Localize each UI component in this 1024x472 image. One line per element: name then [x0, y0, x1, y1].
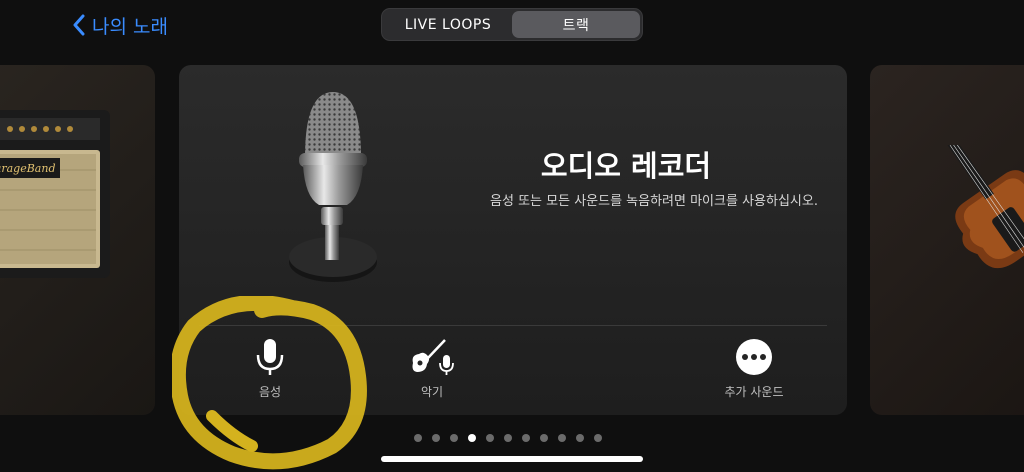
page-dot-active[interactable]	[468, 434, 476, 442]
amp-brand-logo: GarageBand	[0, 162, 55, 175]
microphone-icon	[256, 339, 284, 375]
page-dot[interactable]	[558, 434, 566, 442]
back-button[interactable]: 나의 노래	[72, 10, 168, 40]
more-icon	[736, 339, 772, 375]
violin-illustration	[945, 145, 1024, 269]
amp-card[interactable]: GarageBand	[0, 65, 155, 415]
option-instrument-label: 악기	[420, 385, 444, 399]
page-dot[interactable]	[576, 434, 584, 442]
card-description: 음성 또는 모든 사운드를 녹음하려면 마이크를 사용하십시오.	[490, 194, 818, 209]
option-more-sounds[interactable]: 추가 사운드	[699, 337, 809, 400]
strings-card[interactable]	[870, 65, 1024, 415]
studio-microphone-illustration	[289, 92, 377, 282]
audio-recorder-card[interactable]: 오디오 레코더 음성 또는 모든 사운드를 녹음하려면 마이크를 사용하십시오.…	[179, 65, 847, 415]
page-dot[interactable]	[522, 434, 530, 442]
page-dot[interactable]	[432, 434, 440, 442]
page-dot[interactable]	[594, 434, 602, 442]
page-dot[interactable]	[486, 434, 494, 442]
home-indicator[interactable]	[381, 456, 643, 462]
option-instrument[interactable]: 악기	[377, 337, 487, 400]
option-voice[interactable]: 음성	[215, 337, 325, 400]
page-dot[interactable]	[450, 434, 458, 442]
card-title: 오디오 레코더	[540, 149, 712, 183]
card-divider	[199, 325, 827, 326]
page-dot[interactable]	[414, 434, 422, 442]
option-more-label: 추가 사운드	[724, 385, 784, 399]
chevron-left-icon	[73, 14, 85, 36]
back-label: 나의 노래	[92, 15, 168, 38]
tab-tracks[interactable]: 트랙	[512, 11, 640, 38]
guitar-amp-illustration: GarageBand	[0, 110, 110, 278]
page-dot[interactable]	[504, 434, 512, 442]
option-voice-label: 음성	[258, 385, 282, 399]
page-indicator[interactable]	[414, 434, 602, 442]
guitar-microphone-icon	[412, 339, 454, 375]
tab-live-loops[interactable]: LIVE LOOPS	[384, 11, 512, 38]
page-dot[interactable]	[540, 434, 548, 442]
browser-segmented-control: LIVE LOOPS 트랙	[381, 8, 643, 41]
